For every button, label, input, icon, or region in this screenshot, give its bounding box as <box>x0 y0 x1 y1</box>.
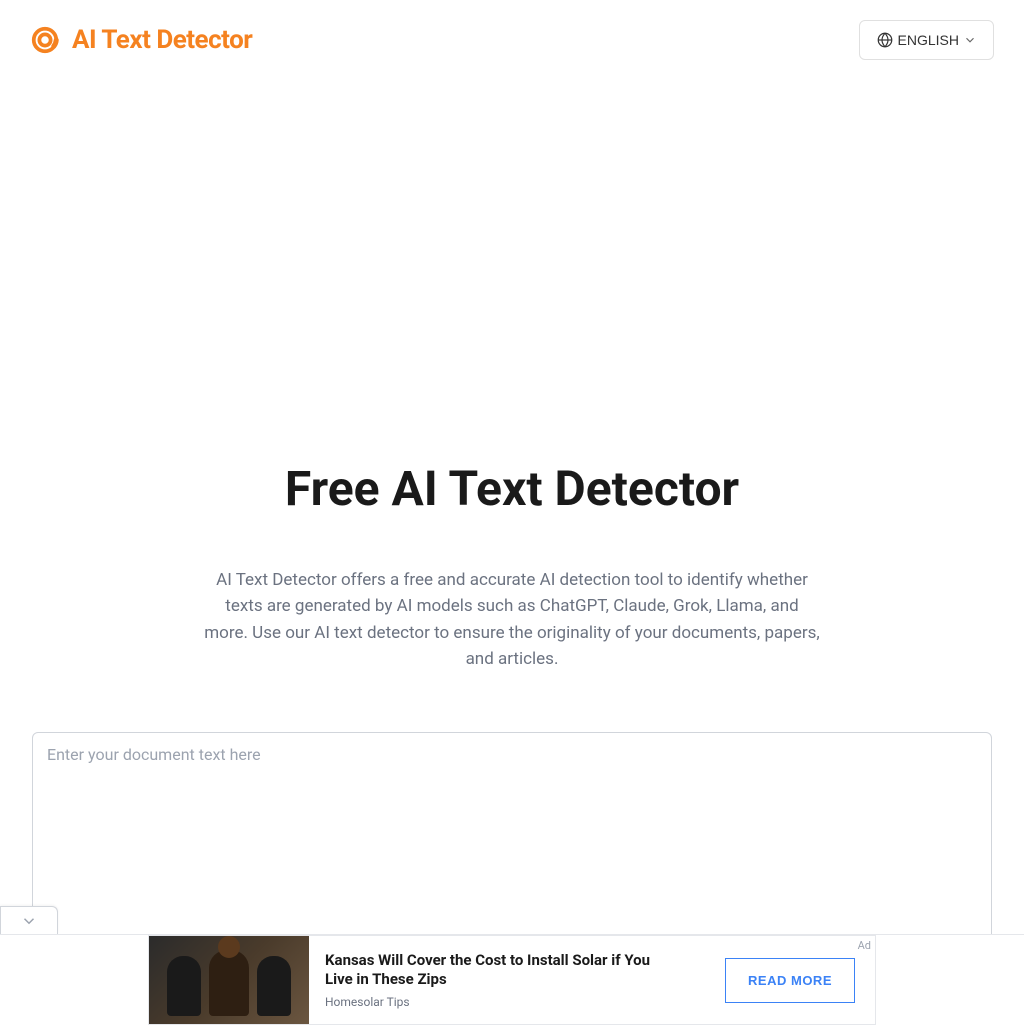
globe-icon <box>876 31 894 49</box>
language-selector[interactable]: ENGLISH <box>859 20 994 60</box>
page-subtitle: AI Text Detector offers a free and accur… <box>202 567 822 672</box>
ad-image <box>149 936 309 1024</box>
ad-banner: Kansas Will Cover the Cost to Install So… <box>0 934 1024 1024</box>
ad-headline: Kansas Will Cover the Cost to Install So… <box>325 951 665 989</box>
language-label: ENGLISH <box>898 32 959 48</box>
logo-icon <box>30 25 60 55</box>
ad-source: Homesolar Tips <box>325 995 709 1009</box>
ad-collapse-button[interactable] <box>0 906 58 934</box>
page-title: Free AI Text Detector <box>30 460 994 517</box>
ad-cta-button[interactable]: READ MORE <box>725 958 855 1003</box>
brand-name: AI Text Detector <box>72 25 252 55</box>
ad-card[interactable]: Kansas Will Cover the Cost to Install So… <box>148 935 876 1025</box>
ad-label: Ad <box>858 939 871 952</box>
brand-logo[interactable]: AI Text Detector <box>30 25 252 55</box>
chevron-down-icon <box>963 33 977 47</box>
